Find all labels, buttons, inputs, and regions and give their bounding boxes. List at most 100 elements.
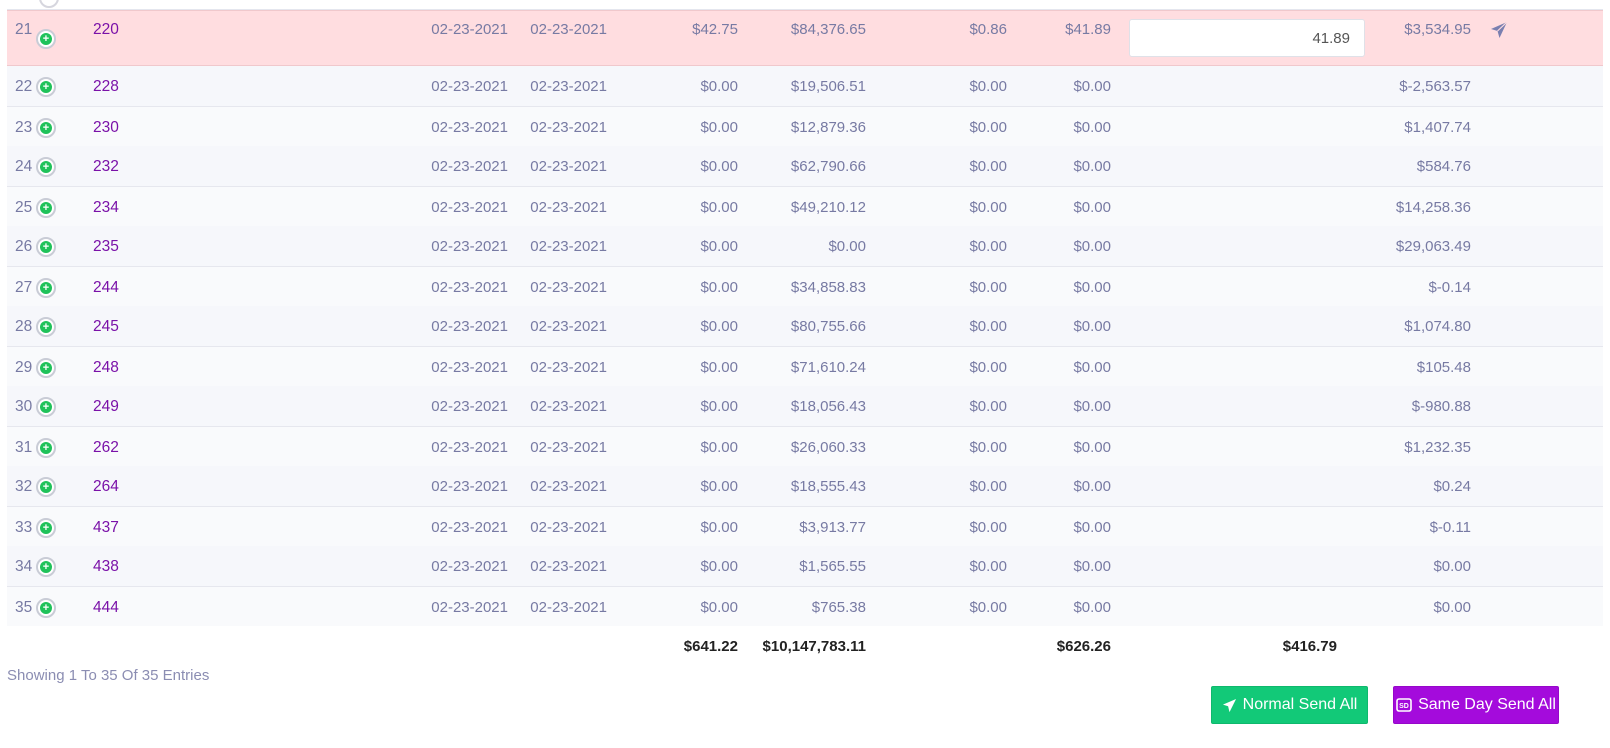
balance-cell: $14,258.36 [1395, 199, 1471, 216]
table-row: 25 +234 02-23-2021 02-23-2021 $0.00 $49,210.1… [7, 186, 1603, 226]
table-row: 21 +220 02-23-2021 02-23-2021 $42.75 $84,376.… [7, 10, 1603, 66]
plus-circle-icon[interactable]: + [36, 477, 56, 497]
table-row: 28 +245 02-23-2021 02-23-2021 $0.00 $80,755.6… [7, 306, 1603, 346]
table-body: 21 +220 02-23-2021 02-23-2021 $42.75 $84,376.… [7, 10, 1603, 626]
plus-circle-icon[interactable]: + [36, 278, 56, 298]
balance-cell: $0.00 [1433, 599, 1471, 616]
plus-circle-icon[interactable]: + [36, 77, 56, 97]
date-cell: 02-23-2021 [431, 78, 508, 95]
amount-cell: $0.00 [700, 119, 738, 136]
record-id-link[interactable]: 245 [93, 318, 119, 336]
table-row: 34 +438 02-23-2021 02-23-2021 $0.00 $1,565.55… [7, 546, 1603, 586]
plus-circle-icon[interactable] [39, 0, 59, 8]
record-id-link[interactable]: 220 [93, 21, 119, 39]
plus-circle-icon[interactable]: + [36, 557, 56, 577]
row-number: 30 [15, 398, 33, 415]
amount-cell: $26,060.33 [790, 439, 866, 456]
plus-circle-icon[interactable]: + [36, 358, 56, 378]
plus-circle-icon[interactable]: + [36, 29, 56, 49]
amount-cell: $765.38 [811, 599, 866, 616]
svg-text:SD: SD [1399, 703, 1409, 710]
table-row: 29 +248 02-23-2021 02-23-2021 $0.00 $71,610.2… [7, 346, 1603, 386]
amount-cell: $42.75 [692, 21, 738, 38]
normal-send-all-button[interactable]: Normal Send All [1211, 686, 1368, 724]
row-number: 21 [15, 21, 33, 38]
plus-circle-icon[interactable]: + [36, 598, 56, 618]
amount-cell: $0.00 [1073, 519, 1111, 536]
date-cell: 02-23-2021 [530, 238, 607, 255]
amount-cell: $0.00 [969, 238, 1007, 255]
plus-circle-icon[interactable]: + [36, 157, 56, 177]
record-id-link[interactable]: 230 [93, 119, 119, 137]
balance-cell: $-2,563.57 [1399, 78, 1471, 95]
record-id-link[interactable]: 234 [93, 199, 119, 217]
plus-circle-icon[interactable]: + [36, 237, 56, 257]
record-id-link[interactable]: 244 [93, 279, 119, 297]
record-id-link[interactable]: 249 [93, 398, 119, 416]
amount-cell: $3,913.77 [799, 519, 866, 536]
amount-cell: $49,210.12 [790, 199, 866, 216]
date-cell: 02-23-2021 [530, 119, 607, 136]
date-cell: 02-23-2021 [431, 158, 508, 175]
amount-cell: $0.00 [969, 158, 1007, 175]
date-cell: 02-23-2021 [431, 439, 508, 456]
amount-cell: $0.00 [1073, 119, 1111, 136]
record-id-link[interactable]: 235 [93, 238, 119, 256]
amount-cell: $0.00 [1073, 478, 1111, 495]
same-day-send-all-label: Same Day Send All [1418, 696, 1556, 713]
table-row: 35 +444 02-23-2021 02-23-2021 $0.00 $765.38 $0… [7, 586, 1603, 626]
amount-cell: $0.00 [1073, 158, 1111, 175]
plus-circle-icon[interactable]: + [36, 317, 56, 337]
amount-cell: $0.00 [1073, 599, 1111, 616]
amount-cell: $80,755.66 [790, 318, 866, 335]
paper-plane-icon [1222, 698, 1236, 712]
balance-cell: $29,063.49 [1395, 238, 1471, 255]
date-cell: 02-23-2021 [530, 519, 607, 536]
plus-circle-icon[interactable]: + [36, 397, 56, 417]
totals-row: $641.22 $10,147,783.11 $626.26 $416.79 [7, 626, 1603, 666]
table-row: 32 +264 02-23-2021 02-23-2021 $0.00 $18,555.4… [7, 466, 1603, 506]
amount-cell: $0.00 [700, 398, 738, 415]
amount-cell: $0.00 [969, 519, 1007, 536]
record-id-link[interactable]: 444 [93, 599, 119, 617]
table-row: 30 +249 02-23-2021 02-23-2021 $0.00 $18,056.4… [7, 386, 1603, 426]
plus-circle-icon[interactable]: + [36, 518, 56, 538]
record-id-link[interactable]: 248 [93, 359, 119, 377]
date-cell: 02-23-2021 [530, 558, 607, 575]
amount-cell: $0.00 [700, 199, 738, 216]
record-id-link[interactable]: 438 [93, 558, 119, 576]
amount-cell: $0.00 [1073, 279, 1111, 296]
amount-cell: $0.00 [700, 439, 738, 456]
table-row: 26 +235 02-23-2021 02-23-2021 $0.00 $0.00 $0.0… [7, 226, 1603, 266]
record-id-link[interactable]: 228 [93, 78, 119, 96]
row-number: 23 [15, 119, 33, 136]
amount-cell: $0.00 [969, 318, 1007, 335]
amount-cell: $0.00 [969, 279, 1007, 296]
row-number: 24 [15, 158, 33, 175]
date-cell: 02-23-2021 [431, 398, 508, 415]
paper-plane-icon[interactable] [1489, 20, 1509, 40]
plus-circle-icon[interactable]: + [36, 198, 56, 218]
total-a1: $641.22 [683, 638, 738, 655]
date-cell: 02-23-2021 [431, 478, 508, 495]
balance-cell: $3,534.95 [1404, 21, 1471, 38]
amount-cell: $0.00 [1073, 78, 1111, 95]
date-cell: 02-23-2021 [530, 279, 607, 296]
date-cell: 02-23-2021 [431, 199, 508, 216]
record-id-link[interactable]: 262 [93, 439, 119, 457]
record-id-link[interactable]: 232 [93, 158, 119, 176]
same-day-send-all-button[interactable]: SD Same Day Send All [1393, 686, 1559, 724]
plus-circle-icon[interactable]: + [36, 438, 56, 458]
date-cell: 02-23-2021 [431, 21, 508, 38]
amount-cell: $71,610.24 [790, 359, 866, 376]
plus-circle-icon[interactable]: + [36, 118, 56, 138]
record-id-link[interactable]: 437 [93, 519, 119, 537]
row-number: 26 [15, 238, 33, 255]
send-amount-input[interactable] [1129, 19, 1365, 57]
date-cell: 02-23-2021 [530, 199, 607, 216]
amount-cell: $41.89 [1065, 21, 1111, 38]
row-number: 22 [15, 78, 33, 95]
amount-cell: $19,506.51 [790, 78, 866, 95]
amount-cell: $0.00 [1073, 318, 1111, 335]
record-id-link[interactable]: 264 [93, 478, 119, 496]
